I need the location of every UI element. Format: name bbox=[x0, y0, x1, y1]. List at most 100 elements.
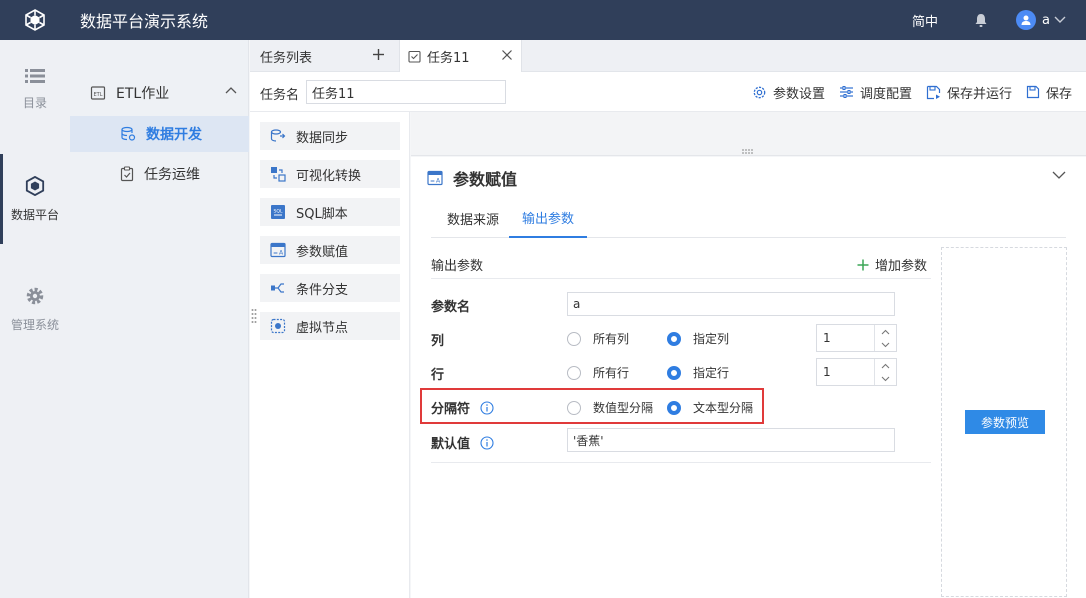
row-stepper[interactable] bbox=[816, 358, 897, 386]
rail-item-catalog[interactable]: 目录 bbox=[0, 44, 70, 134]
svg-text:A: A bbox=[279, 250, 284, 257]
component-param-assign[interactable]: = A 参数赋值 bbox=[260, 236, 400, 264]
component-virtual-node[interactable]: 虚拟节点 bbox=[260, 312, 400, 340]
param-name-label: 参数名 bbox=[431, 300, 471, 315]
action-label: 保存 bbox=[1045, 86, 1072, 102]
tab-task-11[interactable]: 任务11 bbox=[400, 40, 522, 72]
plus-icon bbox=[857, 259, 869, 271]
param-preview-button[interactable]: 参数预览 bbox=[965, 410, 1045, 434]
svg-text:ETL: ETL bbox=[94, 92, 103, 98]
info-icon[interactable] bbox=[480, 435, 494, 450]
radio-label: 文本型分隔 bbox=[693, 401, 754, 415]
component-label: 参数赋值 bbox=[296, 244, 349, 260]
sliders-icon bbox=[839, 85, 854, 99]
splitter-handle-icon[interactable] bbox=[741, 145, 755, 154]
chevron-down-icon[interactable] bbox=[1052, 171, 1066, 180]
column-stepper[interactable] bbox=[816, 324, 897, 352]
rail-label: 管理系统 bbox=[10, 317, 59, 332]
rail-item-data-platform[interactable]: 数据平台 bbox=[0, 154, 70, 244]
chevron-up-icon bbox=[225, 86, 237, 94]
rail-item-management[interactable]: 管理系统 bbox=[0, 264, 70, 354]
add-param-button[interactable]: 增加参数 bbox=[857, 255, 927, 274]
param-assign-icon: = A bbox=[270, 242, 286, 258]
panel-header: = A 参数赋值 bbox=[411, 157, 1086, 199]
separator-label: 分隔符 bbox=[431, 398, 494, 417]
increment-chevron-up-icon[interactable] bbox=[875, 325, 896, 338]
schedule-config-button[interactable]: 调度配置 bbox=[839, 83, 912, 102]
radio-specified-column[interactable]: 指定列 bbox=[667, 330, 729, 347]
radio-all-columns[interactable]: 所有列 bbox=[567, 330, 629, 347]
decrement-chevron-down-icon[interactable] bbox=[875, 372, 896, 385]
data-sync-icon bbox=[270, 128, 286, 144]
component-data-sync[interactable]: 数据同步 bbox=[260, 122, 400, 150]
radio-label: 指定行 bbox=[693, 366, 730, 380]
gear-icon bbox=[25, 286, 45, 306]
radio-label: 所有列 bbox=[593, 332, 630, 346]
default-value-label: 默认值 bbox=[431, 433, 494, 452]
radio-dot bbox=[567, 400, 581, 415]
svg-text:=: = bbox=[273, 250, 278, 257]
nav-item-data-dev[interactable]: 数据开发 bbox=[70, 116, 249, 152]
radio-specified-row[interactable]: 指定行 bbox=[667, 364, 729, 381]
radio-dot bbox=[667, 365, 681, 380]
visual-transform-icon bbox=[270, 166, 286, 182]
component-palette: 数据同步 可视化转换 SQL SQL脚本 = A 参数赋值 条件分支 虚拟节点 bbox=[250, 112, 410, 598]
radio-numeric-separator[interactable]: 数值型分隔 bbox=[567, 399, 653, 416]
radio-label: 所有行 bbox=[593, 366, 630, 380]
row-number-input[interactable] bbox=[817, 359, 875, 385]
task-tabs: 任务列表 任务11 bbox=[250, 40, 1086, 72]
close-tab-icon[interactable] bbox=[501, 49, 513, 61]
rail-label: 目录 bbox=[22, 95, 47, 110]
component-visual-transform[interactable]: 可视化转换 bbox=[260, 160, 400, 188]
language-switch[interactable]: 简中 bbox=[912, 11, 938, 30]
app-title: 数据平台演示系统 bbox=[80, 12, 209, 31]
list-icon bbox=[25, 68, 45, 84]
add-task-plus-icon[interactable] bbox=[372, 48, 385, 61]
save-button[interactable]: 保存 bbox=[1026, 83, 1072, 102]
param-name-input[interactable] bbox=[567, 292, 895, 316]
param-settings-button[interactable]: 参数设置 bbox=[752, 83, 825, 102]
column-label: 列 bbox=[431, 334, 445, 349]
radio-dot bbox=[667, 400, 681, 415]
task-check-icon bbox=[408, 50, 421, 63]
svg-text:A: A bbox=[436, 178, 441, 185]
radio-text-separator[interactable]: 文本型分隔 bbox=[667, 399, 753, 416]
tab-output-params[interactable]: 输出参数 bbox=[509, 199, 587, 238]
component-label: 数据同步 bbox=[296, 130, 349, 146]
svg-text:=: = bbox=[430, 178, 435, 185]
radio-dot bbox=[667, 331, 681, 346]
tab-data-source[interactable]: 数据来源 bbox=[437, 199, 509, 238]
radio-dot bbox=[567, 365, 581, 380]
resize-grip-icon[interactable] bbox=[251, 308, 257, 324]
separator-label-text: 分隔符 bbox=[431, 402, 471, 417]
action-label: 保存并运行 bbox=[946, 86, 1012, 102]
save-run-icon bbox=[926, 85, 941, 100]
left-rail: 目录 数据平台 管理系统 bbox=[0, 40, 70, 598]
radio-all-rows[interactable]: 所有行 bbox=[567, 364, 629, 381]
section-title: 输出参数 bbox=[431, 259, 484, 274]
tab-task-label: 任务11 bbox=[427, 50, 470, 66]
svg-text:SQL: SQL bbox=[273, 209, 283, 215]
tab-task-list[interactable]: 任务列表 bbox=[250, 40, 400, 72]
nav-item-label: 任务运维 bbox=[144, 167, 200, 183]
user-menu[interactable]: a bbox=[1016, 10, 1066, 30]
save-and-run-button[interactable]: 保存并运行 bbox=[926, 83, 1012, 102]
etl-icon: ETL bbox=[90, 85, 106, 101]
increment-chevron-up-icon[interactable] bbox=[875, 359, 896, 372]
rail-label: 数据平台 bbox=[10, 207, 59, 222]
task-name-input[interactable] bbox=[306, 80, 506, 104]
column-number-input[interactable] bbox=[817, 325, 875, 351]
info-icon[interactable] bbox=[480, 400, 494, 415]
decrement-chevron-down-icon[interactable] bbox=[875, 338, 896, 351]
default-value-input[interactable] bbox=[567, 428, 895, 452]
nav-group-etl[interactable]: ETL ETL作业 bbox=[70, 74, 249, 112]
action-label: 参数设置 bbox=[772, 86, 825, 102]
row-label: 行 bbox=[431, 368, 445, 383]
component-label: 虚拟节点 bbox=[296, 320, 349, 336]
component-condition-branch[interactable]: 条件分支 bbox=[260, 274, 400, 302]
notification-bell-icon[interactable] bbox=[974, 13, 988, 28]
param-assign-icon: = A bbox=[427, 170, 443, 186]
component-sql-script[interactable]: SQL SQL脚本 bbox=[260, 198, 400, 226]
sub-nav: ETL ETL作业 数据开发 任务运维 bbox=[70, 40, 249, 598]
nav-item-task-ops[interactable]: 任务运维 bbox=[70, 156, 249, 192]
